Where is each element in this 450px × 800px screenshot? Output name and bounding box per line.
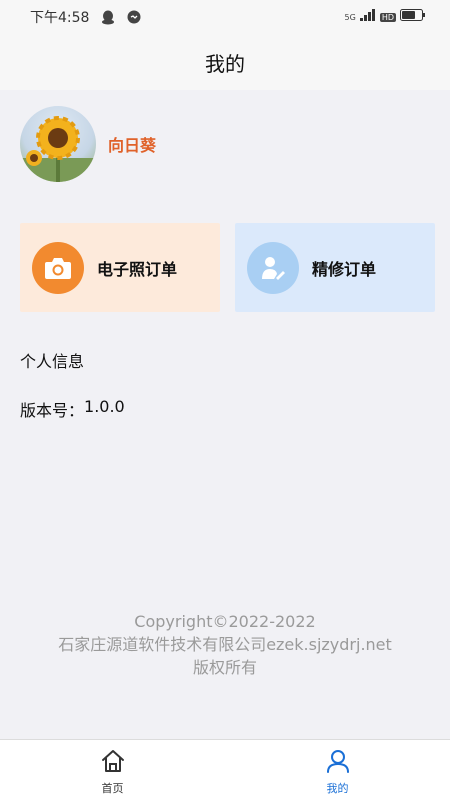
qq-icon xyxy=(101,10,115,25)
copyright-block: Copyright©2022-2022 石家庄源道软件技术有限公司ezek.sj… xyxy=(0,610,450,679)
network-label: 5G xyxy=(344,12,356,22)
tab-mine[interactable]: 我的 xyxy=(225,740,450,800)
tab-home[interactable]: 首页 xyxy=(0,740,225,800)
status-bar: 下午4:58 5G HD xyxy=(0,0,450,34)
copyright-line-2: 石家庄源道软件技术有限公司ezek.sjzydrj.net xyxy=(58,635,392,654)
hd-badge: HD xyxy=(379,12,396,22)
copyright-line-1: Copyright©2022-2022 xyxy=(134,612,316,631)
page-header: 我的 xyxy=(0,34,450,90)
message-icon xyxy=(127,10,141,24)
version-label: 版本号： xyxy=(20,401,85,420)
retouch-order-card[interactable]: 精修订单 xyxy=(235,223,435,312)
copyright-line-3: 版权所有 xyxy=(192,658,257,677)
page-title: 我的 xyxy=(205,51,245,76)
version-row: 版本号： 1.0.0 xyxy=(20,397,125,421)
signal-icon xyxy=(359,9,376,25)
home-icon xyxy=(100,748,126,778)
personal-info-label: 个人信息 xyxy=(20,352,85,371)
status-left: 下午4:58 xyxy=(30,7,141,27)
photo-order-label: 电子照订单 xyxy=(97,259,178,279)
version-value: 1.0.0 xyxy=(84,397,125,416)
profile-name[interactable]: 向日葵 xyxy=(108,132,156,156)
person-retouch-icon xyxy=(247,241,299,294)
retouch-order-label: 精修订单 xyxy=(312,259,377,279)
status-right: 5G HD xyxy=(345,9,426,25)
camera-icon xyxy=(32,241,84,294)
profile-section[interactable]: 向日葵 xyxy=(20,106,156,182)
photo-order-card[interactable]: 电子照订单 xyxy=(20,223,220,312)
bottom-tab-bar: 首页 我的 xyxy=(0,739,450,800)
status-time: 下午4:58 xyxy=(30,10,90,26)
tab-home-label: 首页 xyxy=(101,782,124,795)
battery-icon xyxy=(400,9,426,25)
avatar[interactable] xyxy=(20,106,96,182)
tab-mine-label: 我的 xyxy=(326,782,349,795)
user-icon xyxy=(325,748,351,778)
personal-info-link[interactable]: 个人信息 xyxy=(20,348,84,372)
